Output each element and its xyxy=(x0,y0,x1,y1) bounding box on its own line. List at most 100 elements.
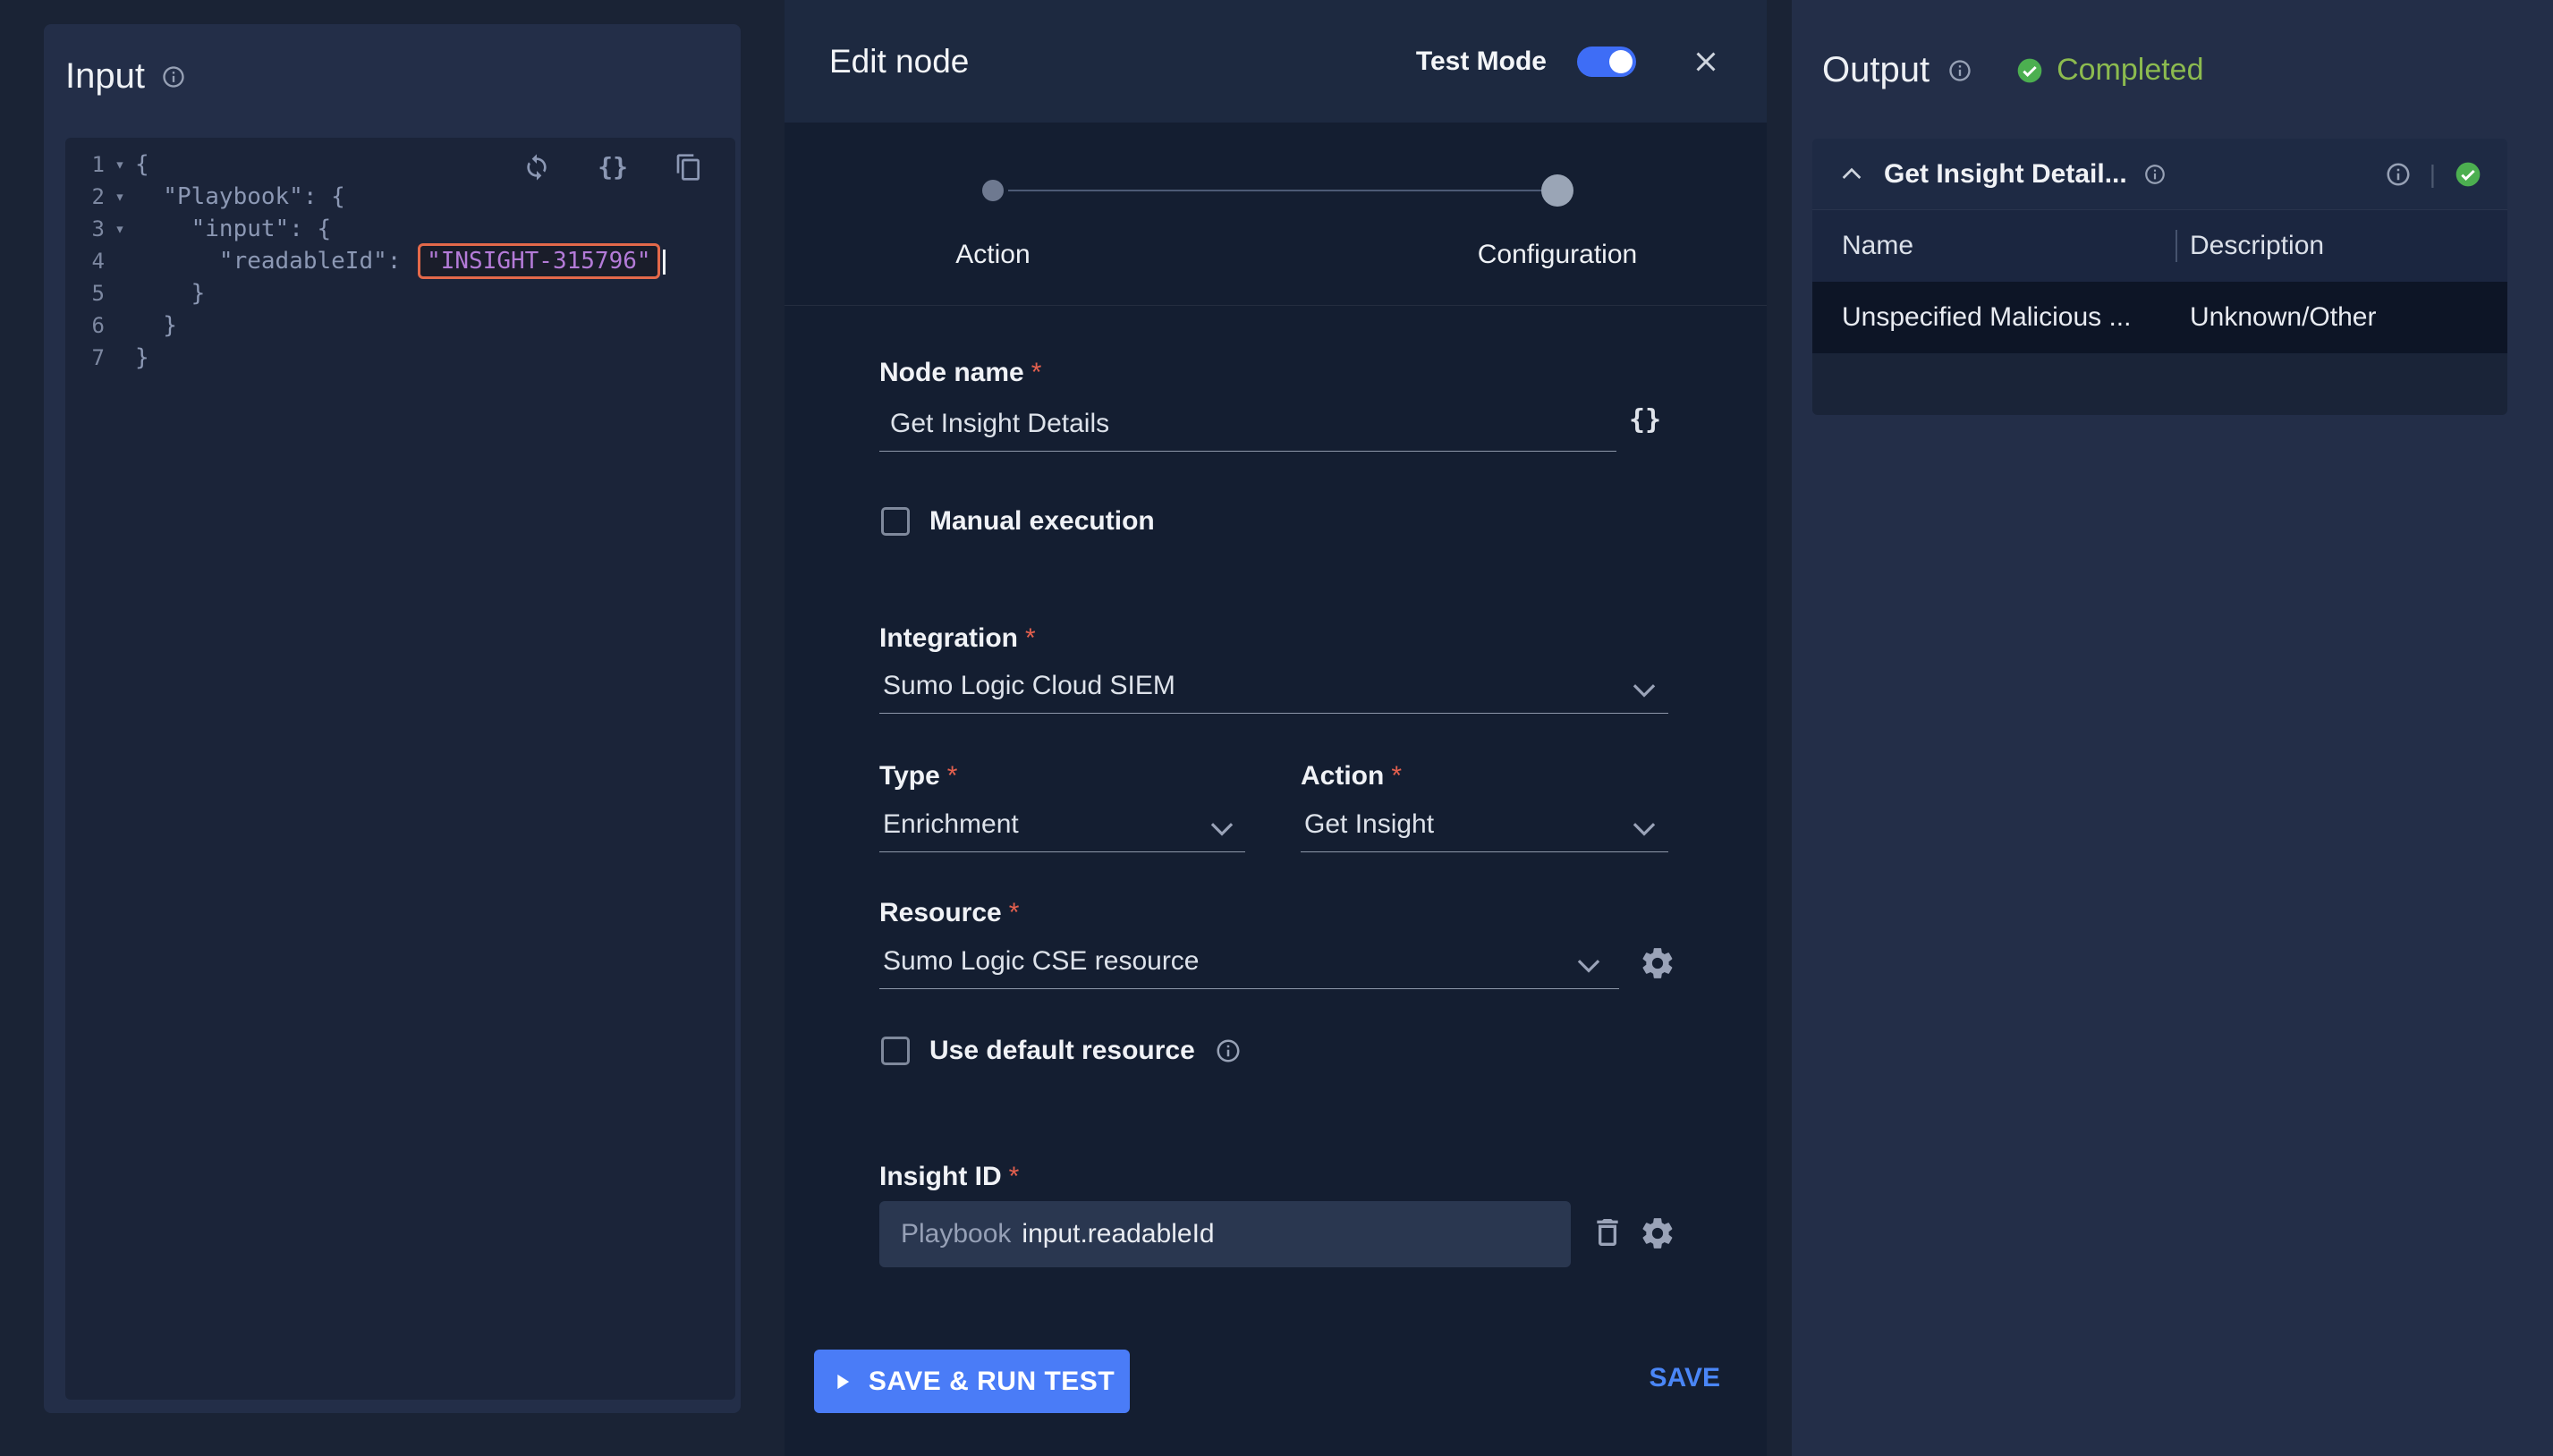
highlighted-value[interactable]: "INSIGHT-315796" xyxy=(418,243,659,279)
step-action-label[interactable]: Action xyxy=(903,240,1082,270)
code-text[interactable]: "Playbook": { xyxy=(135,181,345,213)
play-icon xyxy=(829,1369,854,1394)
line-number: 6 xyxy=(65,309,105,342)
info-icon[interactable] xyxy=(161,64,186,89)
code-text[interactable]: "input": { xyxy=(135,213,331,245)
use-default-resource-checkbox[interactable] xyxy=(881,1037,910,1065)
chevron-up-icon[interactable] xyxy=(1837,160,1866,189)
input-panel-title: Input xyxy=(65,56,145,97)
insight-id-label: Insight ID* xyxy=(879,1162,1019,1192)
required-asterisk: * xyxy=(1009,898,1020,927)
column-header-name: Name xyxy=(1812,231,2176,261)
code-text[interactable]: } xyxy=(135,342,149,374)
resource-select[interactable]: Sumo Logic CSE resource xyxy=(883,946,1200,977)
code-segment: : { xyxy=(303,183,345,210)
empty-row xyxy=(1812,353,2507,415)
test-mode-label: Test Mode xyxy=(1416,47,1547,77)
required-asterisk: * xyxy=(1025,623,1036,653)
code-segment: "readableId" xyxy=(135,248,387,275)
input-panel-header: Input xyxy=(44,24,741,97)
chevron-down-icon[interactable] xyxy=(1572,948,1606,982)
code-segment: { xyxy=(135,151,149,178)
step-configuration-circle[interactable] xyxy=(1541,174,1573,207)
save-button[interactable]: SAVE xyxy=(1650,1363,1720,1393)
info-icon[interactable] xyxy=(1947,58,1972,83)
collapse-caret-icon[interactable]: ▾ xyxy=(105,148,135,181)
status-text: Completed xyxy=(2057,53,2203,88)
insight-id-input[interactable]: Playbook input.readableId xyxy=(879,1201,1571,1267)
expression-braces-icon[interactable]: {} xyxy=(1629,404,1661,436)
output-card-title: Get Insight Detail... xyxy=(1884,159,2127,190)
input-panel: Input {} 1▾{2▾ "Playbook": {3▾ "input": … xyxy=(44,24,741,1413)
code-line: 7} xyxy=(65,342,735,374)
json-input-editor[interactable]: {} 1▾{2▾ "Playbook": {3▾ "input": {4 "re… xyxy=(65,138,735,1400)
collapse-caret-icon[interactable]: ▾ xyxy=(105,213,135,245)
code-text[interactable]: { xyxy=(135,148,149,181)
code-line: 5 } xyxy=(65,277,735,309)
copy-icon[interactable] xyxy=(674,153,703,182)
code-segment: } xyxy=(135,312,177,339)
refresh-icon[interactable] xyxy=(522,153,551,182)
type-select[interactable]: Enrichment xyxy=(883,809,1019,840)
gear-icon[interactable] xyxy=(1639,1215,1676,1252)
chevron-down-icon[interactable] xyxy=(1627,673,1661,707)
details-info-icon[interactable] xyxy=(2385,161,2412,188)
step-configuration-label[interactable]: Configuration xyxy=(1450,240,1665,270)
resource-underline xyxy=(879,988,1619,989)
collapse-caret-icon[interactable]: ▾ xyxy=(105,181,135,213)
code-text[interactable]: "readableId": "INSIGHT-315796" xyxy=(135,245,666,277)
chevron-down-icon[interactable] xyxy=(1627,811,1661,845)
action-select[interactable]: Get Insight xyxy=(1304,809,1434,840)
line-number: 3 xyxy=(65,213,105,245)
line-number: 7 xyxy=(65,342,105,374)
stepper-connector xyxy=(1008,190,1542,191)
use-default-resource-row: Use default resource xyxy=(881,1036,1242,1066)
output-panel: Output Completed Get Insight Detail... xyxy=(1792,0,2553,1456)
info-icon[interactable] xyxy=(1215,1037,1242,1064)
chevron-down-icon[interactable] xyxy=(1205,811,1239,845)
column-header-description: Description xyxy=(2176,231,2324,261)
gear-icon[interactable] xyxy=(1639,944,1676,982)
output-table-body: Unspecified Malicious ...Unknown/Other xyxy=(1812,282,2507,353)
cell-name: Unspecified Malicious ... xyxy=(1812,302,2176,333)
info-icon[interactable] xyxy=(2143,163,2167,186)
table-row[interactable]: Unspecified Malicious ...Unknown/Other xyxy=(1812,282,2507,353)
integration-underline xyxy=(879,713,1668,714)
node-name-input[interactable]: Get Insight Details xyxy=(890,409,1109,439)
node-name-underline xyxy=(879,451,1616,452)
integration-label: Integration* xyxy=(879,623,1036,654)
check-circle-icon xyxy=(2015,56,2044,85)
required-asterisk: * xyxy=(1391,761,1402,791)
editor-toolbar: {} xyxy=(522,152,703,182)
close-icon[interactable] xyxy=(1690,46,1722,78)
manual-execution-checkbox[interactable] xyxy=(881,507,910,536)
edit-node-panel: Edit node Test Mode Action Configuration… xyxy=(785,0,1767,1456)
required-asterisk: * xyxy=(1009,1162,1020,1191)
text-cursor xyxy=(663,250,666,275)
output-card-header[interactable]: Get Insight Detail... | xyxy=(1812,139,2507,210)
integration-select[interactable]: Sumo Logic Cloud SIEM xyxy=(883,671,1175,701)
test-mode-toggle[interactable] xyxy=(1577,47,1636,77)
type-underline xyxy=(879,851,1245,852)
trash-icon[interactable] xyxy=(1590,1215,1625,1250)
status-badge: Completed xyxy=(2015,53,2203,88)
gutter-spacer xyxy=(105,309,135,342)
code-text[interactable]: } xyxy=(135,309,177,342)
line-number: 1 xyxy=(65,148,105,181)
line-number: 2 xyxy=(65,181,105,213)
code-line: 2▾ "Playbook": { xyxy=(65,181,735,213)
toggle-knob xyxy=(1609,50,1633,73)
gutter-spacer xyxy=(105,342,135,374)
insight-id-value: input.readableId xyxy=(1022,1219,1214,1249)
manual-execution-row: Manual execution xyxy=(881,506,1155,537)
stepper-divider xyxy=(785,305,1767,306)
step-action-circle[interactable] xyxy=(982,180,1004,201)
gutter-spacer xyxy=(105,277,135,309)
code-segment: "Playbook" xyxy=(135,183,303,210)
output-result-card: Get Insight Detail... | Name Description… xyxy=(1812,139,2507,415)
action-underline xyxy=(1301,851,1668,852)
code-text[interactable]: } xyxy=(135,277,205,309)
save-run-test-button[interactable]: SAVE & RUN TEST xyxy=(814,1350,1130,1413)
required-asterisk: * xyxy=(1031,358,1042,387)
braces-icon[interactable]: {} xyxy=(598,152,628,182)
